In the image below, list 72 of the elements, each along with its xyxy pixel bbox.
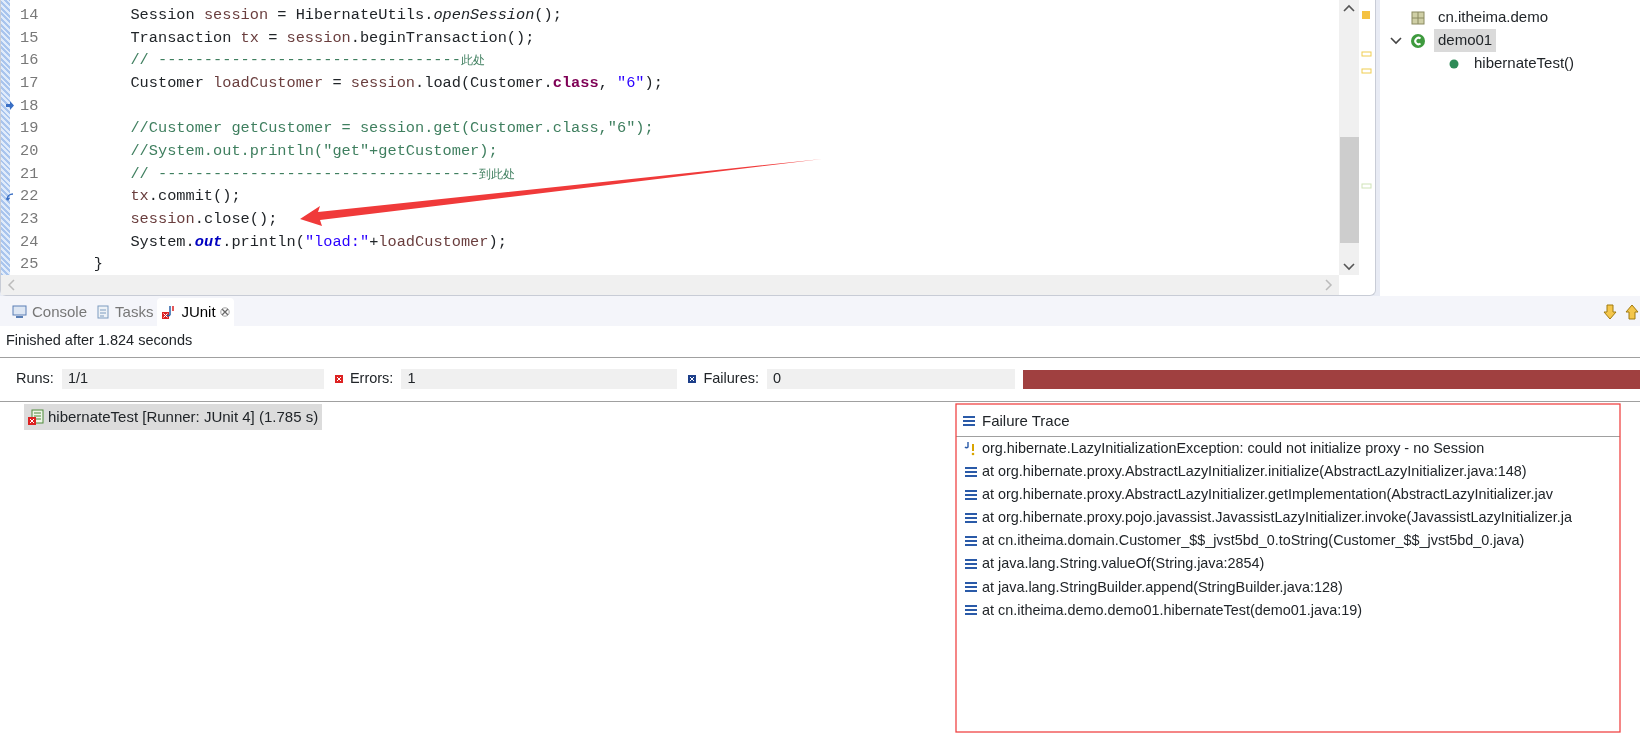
counter-label: Errors:: [349, 369, 394, 389]
line-number: 24: [20, 231, 39, 253]
line-number: 17: [20, 72, 39, 94]
line-number: 23: [20, 209, 39, 231]
code-line: tx.commit();: [129, 186, 241, 208]
code-line: //Customer getCustomer = session.get(Customer.class,"6");: [129, 118, 654, 140]
down-arrow-icon[interactable]: [1602, 304, 1618, 320]
scroll-left-icon[interactable]: [7, 279, 15, 291]
arrow-marker-icon: [5, 100, 15, 111]
code-line: Transaction tx = session.beginTransaction();: [129, 27, 535, 49]
line-number: 25: [20, 254, 39, 275]
class-icon: [1410, 32, 1426, 49]
stack-frame-icon: [964, 512, 978, 525]
outline-item[interactable]: cn.itheima.demo: [1434, 6, 1553, 29]
counter-label: Runs:: [16, 369, 54, 389]
stack-frame-icon: [964, 465, 978, 478]
panel-tab[interactable]: Tasks: [91, 297, 158, 326]
counter-value: 0: [767, 369, 1015, 390]
trace-line[interactable]: at java.lang.String.valueOf(String.java:2854): [982, 553, 1265, 576]
line-number: 21: [20, 163, 39, 185]
code-line: Customer loadCustomer = session.load(Customer.class, "6");: [129, 72, 663, 94]
link-marker-icon: [5, 191, 15, 202]
test-tree-item[interactable]: hibernateTest [Runner: JUnit 4] (1.785 s): [24, 403, 323, 431]
stack-frame-icon: [964, 489, 978, 501]
trace-line[interactable]: at java.lang.StringBuilder.append(StringBuilder.java:128): [982, 576, 1343, 599]
line-number: 18: [20, 95, 39, 117]
line-number: 16: [20, 50, 39, 72]
outline-item[interactable]: demo01: [1434, 29, 1497, 52]
counter-label: Failures:: [703, 369, 759, 389]
scroll-down-icon[interactable]: [1343, 263, 1355, 271]
trace-line[interactable]: at cn.itheima.demo.demo01.hibernateTest(demo01.java:19): [982, 599, 1362, 622]
tasks-icon: [95, 303, 112, 320]
close-icon[interactable]: [219, 306, 230, 317]
counter-value: 1: [401, 369, 678, 390]
line-number: 19: [20, 118, 39, 140]
panel-title: Failure Trace: [982, 410, 1070, 431]
code-line: Session session = HibernateUtils.openSession();: [129, 4, 562, 26]
failure-icon: [687, 374, 698, 385]
stack-frame-icon: [964, 604, 978, 617]
panel-tab[interactable]: Console: [8, 297, 92, 326]
code-line: //System.out.println("get"+getCustomer);: [129, 141, 498, 162]
line-number: 14: [20, 4, 39, 26]
stack-frame-icon: [964, 581, 978, 594]
error-icon: [333, 374, 344, 385]
stack-frame-icon: [964, 558, 978, 571]
collapse-chevron-icon[interactable]: [1390, 34, 1402, 47]
list-icon: [962, 415, 976, 427]
line-number: 22: [20, 186, 39, 208]
scroll-up-icon[interactable]: [1343, 4, 1355, 12]
code-line: session.close();: [129, 209, 278, 231]
trace-line[interactable]: at org.hibernate.proxy.pojo.javassist.JavassistLazyInitializer.invoke(JavassistLazyInitializer.ja: [982, 507, 1573, 529]
line-number: 15: [20, 27, 39, 49]
code-line: System.out.println("load:"+loadCustomer);: [129, 231, 507, 253]
code-line: }: [92, 254, 103, 275]
up-arrow-icon[interactable]: [1624, 304, 1640, 320]
trace-line[interactable]: at org.hibernate.proxy.AbstractLazyInitializer.getImplementation(AbstractLazyInitializer.jav: [982, 484, 1553, 506]
scroll-right-icon[interactable]: [1325, 279, 1333, 291]
package-icon: [1410, 9, 1426, 26]
code-line: // -----------------------------------到此处: [129, 163, 516, 185]
trace-line[interactable]: at cn.itheima.domain.Customer_$$_jvst5bd_0.toString(Customer_$$_jvst5bd_0.java): [982, 530, 1525, 552]
console-icon: [12, 303, 28, 320]
status-text: Finished after 1.824 seconds: [0, 326, 1640, 358]
panel-tab[interactable]: JUnit: [157, 297, 234, 326]
trace-line[interactable]: org.hibernate.LazyInitializationException: could not initialize proxy - no Session: [982, 438, 1485, 460]
trace-line[interactable]: at org.hibernate.proxy.AbstractLazyInitializer.initialize(AbstractLazyInitializer.java:148): [982, 461, 1527, 483]
counter-value: 1/1: [61, 369, 324, 390]
outline-item[interactable]: hibernateTest(): [1470, 52, 1579, 75]
code-line: // ---------------------------------此处: [129, 50, 485, 72]
test-error-icon: [28, 409, 44, 425]
line-number: 20: [20, 141, 39, 162]
scrollbar-thumb[interactable]: [1339, 137, 1359, 243]
stack-frame-icon: [964, 535, 978, 548]
